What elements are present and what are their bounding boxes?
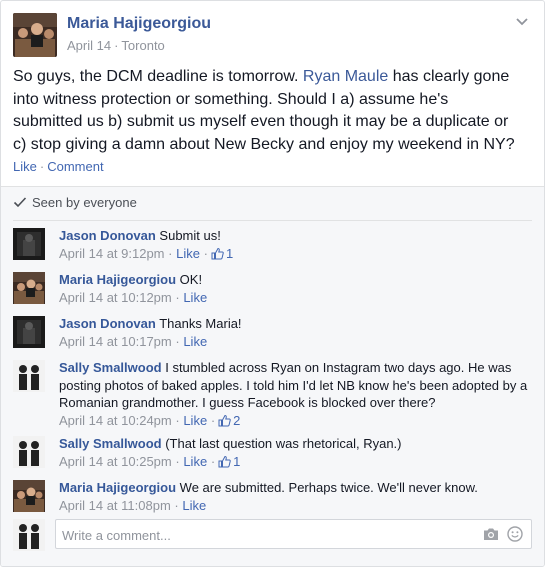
comment-content: Sally Smallwood I stumbled across Ryan o… <box>59 359 532 430</box>
avatar[interactable] <box>13 316 45 348</box>
meta-separator: · <box>175 289 180 305</box>
comment-text: Thanks Maria! <box>159 316 242 331</box>
camera-icon[interactable] <box>483 527 499 541</box>
meta-separator: · <box>174 497 179 513</box>
seen-label: Seen by everyone <box>32 195 137 210</box>
avatar <box>13 519 45 551</box>
like-button[interactable]: Like <box>13 159 37 174</box>
comments-section: Seen by everyone Jason Donovan Submit us… <box>1 187 544 566</box>
comment-button[interactable]: Comment <box>47 159 103 174</box>
meta-separator: · <box>114 38 119 53</box>
comment-composer <box>13 519 532 551</box>
comment-like-button[interactable]: Like <box>176 246 200 261</box>
comment-author[interactable]: Jason Donovan <box>59 228 156 243</box>
comment-time[interactable]: April 14 at 10:24pm <box>59 413 172 428</box>
comment-text: OK! <box>179 272 203 287</box>
meta-separator: · <box>203 245 208 261</box>
post-location[interactable]: Toronto <box>121 38 164 53</box>
comment-meta: April 14 at 10:24pm · Like · 2 <box>59 412 532 430</box>
comment-meta: April 14 at 10:17pm · Like <box>59 333 532 351</box>
avatar[interactable] <box>13 272 45 304</box>
comment: Maria Hajigeorgiou OK! April 14 at 10:12… <box>13 272 532 312</box>
comment-input[interactable] <box>62 524 442 546</box>
comment-content: Maria Hajigeorgiou OK! April 14 at 10:12… <box>59 271 532 307</box>
seen-status: Seen by everyone <box>13 195 137 210</box>
comment-like-button[interactable]: Like <box>183 290 207 305</box>
checkmark-icon <box>13 197 27 208</box>
comment: Sally Smallwood I stumbled across Ryan o… <box>13 360 532 428</box>
avatar[interactable] <box>13 436 45 468</box>
comment-like-button[interactable]: Like <box>183 454 207 469</box>
meta-separator: · <box>210 453 216 469</box>
comment: Jason Donovan Thanks Maria! April 14 at … <box>13 316 532 356</box>
like-count[interactable]: 1 <box>226 246 233 261</box>
comment-meta: April 14 at 10:12pm · Like <box>59 289 532 307</box>
comment-content: Sally Smallwood (That last question was … <box>59 435 532 471</box>
comment-time[interactable]: April 14 at 11:08pm <box>59 498 171 513</box>
comment: Jason Donovan Submit us! April 14 at 9:1… <box>13 228 532 268</box>
mention-link[interactable]: Ryan Maule <box>303 68 388 85</box>
avatar[interactable] <box>13 480 45 512</box>
thumbs-up-icon[interactable] <box>218 414 231 427</box>
comment: Maria Hajigeorgiou We are submitted. Per… <box>13 480 532 520</box>
comment-author[interactable]: Maria Hajigeorgiou <box>59 272 176 287</box>
post-header: Maria Hajigeorgiou April 14 · Toronto <box>13 13 532 57</box>
post-author-name[interactable]: Maria Hajigeorgiou <box>67 15 211 33</box>
thumbs-up-icon[interactable] <box>211 247 224 260</box>
comment-text: We are submitted. Perhaps twice. We'll n… <box>179 480 478 495</box>
meta-separator: · <box>175 333 180 349</box>
post-text-start: So guys, the DCM deadline is tomorrow. <box>13 68 303 85</box>
action-separator: · <box>39 159 45 174</box>
comment-time[interactable]: April 14 at 10:17pm <box>59 334 172 349</box>
avatar[interactable] <box>13 360 45 392</box>
comment-box <box>55 519 532 549</box>
chevron-down-icon[interactable] <box>514 15 530 29</box>
comment-like-button[interactable]: Like <box>182 498 206 513</box>
comment-content: Jason Donovan Submit us! April 14 at 9:1… <box>59 227 532 263</box>
comment-time[interactable]: April 14 at 10:25pm <box>59 454 172 469</box>
like-count[interactable]: 1 <box>233 454 240 469</box>
meta-separator: · <box>168 245 173 261</box>
comment-text: (That last question was rhetorical, Ryan… <box>165 436 402 451</box>
meta-separator: · <box>210 412 216 428</box>
post-card: Maria Hajigeorgiou April 14 · Toronto So g… <box>0 0 545 567</box>
comment-author[interactable]: Jason Donovan <box>59 316 156 331</box>
divider <box>13 220 532 221</box>
emoji-icon[interactable] <box>507 526 523 542</box>
comment-time[interactable]: April 14 at 10:12pm <box>59 290 172 305</box>
meta-separator: · <box>175 412 180 428</box>
comment-like-button[interactable]: Like <box>183 413 207 428</box>
author-avatar[interactable] <box>13 13 57 57</box>
comment: Sally Smallwood (That last question was … <box>13 436 532 476</box>
comment-meta: April 14 at 10:25pm · Like · 1 <box>59 453 532 471</box>
comment-author[interactable]: Maria Hajigeorgiou <box>59 480 176 495</box>
comment-author[interactable]: Sally Smallwood <box>59 436 162 451</box>
comment-meta: April 14 at 9:12pm · Like · 1 <box>59 245 532 263</box>
post-text: So guys, the DCM deadline is tomorrow. R… <box>13 66 518 156</box>
comment-meta: April 14 at 11:08pm · Like <box>59 497 532 515</box>
comment-content: Maria Hajigeorgiou We are submitted. Per… <box>59 479 532 515</box>
thumbs-up-icon[interactable] <box>218 455 231 468</box>
comment-time[interactable]: April 14 at 9:12pm <box>59 246 165 261</box>
post-meta: April 14 · Toronto <box>67 38 165 53</box>
avatar[interactable] <box>13 228 45 260</box>
like-count[interactable]: 2 <box>233 413 240 428</box>
comment-like-button[interactable]: Like <box>183 334 207 349</box>
comment-author[interactable]: Sally Smallwood <box>59 360 162 375</box>
post-actions: Like · Comment <box>13 159 104 174</box>
comment-text: Submit us! <box>159 228 221 243</box>
comment-content: Jason Donovan Thanks Maria! April 14 at … <box>59 315 532 351</box>
meta-separator: · <box>175 453 180 469</box>
post-date[interactable]: April 14 <box>67 38 111 53</box>
